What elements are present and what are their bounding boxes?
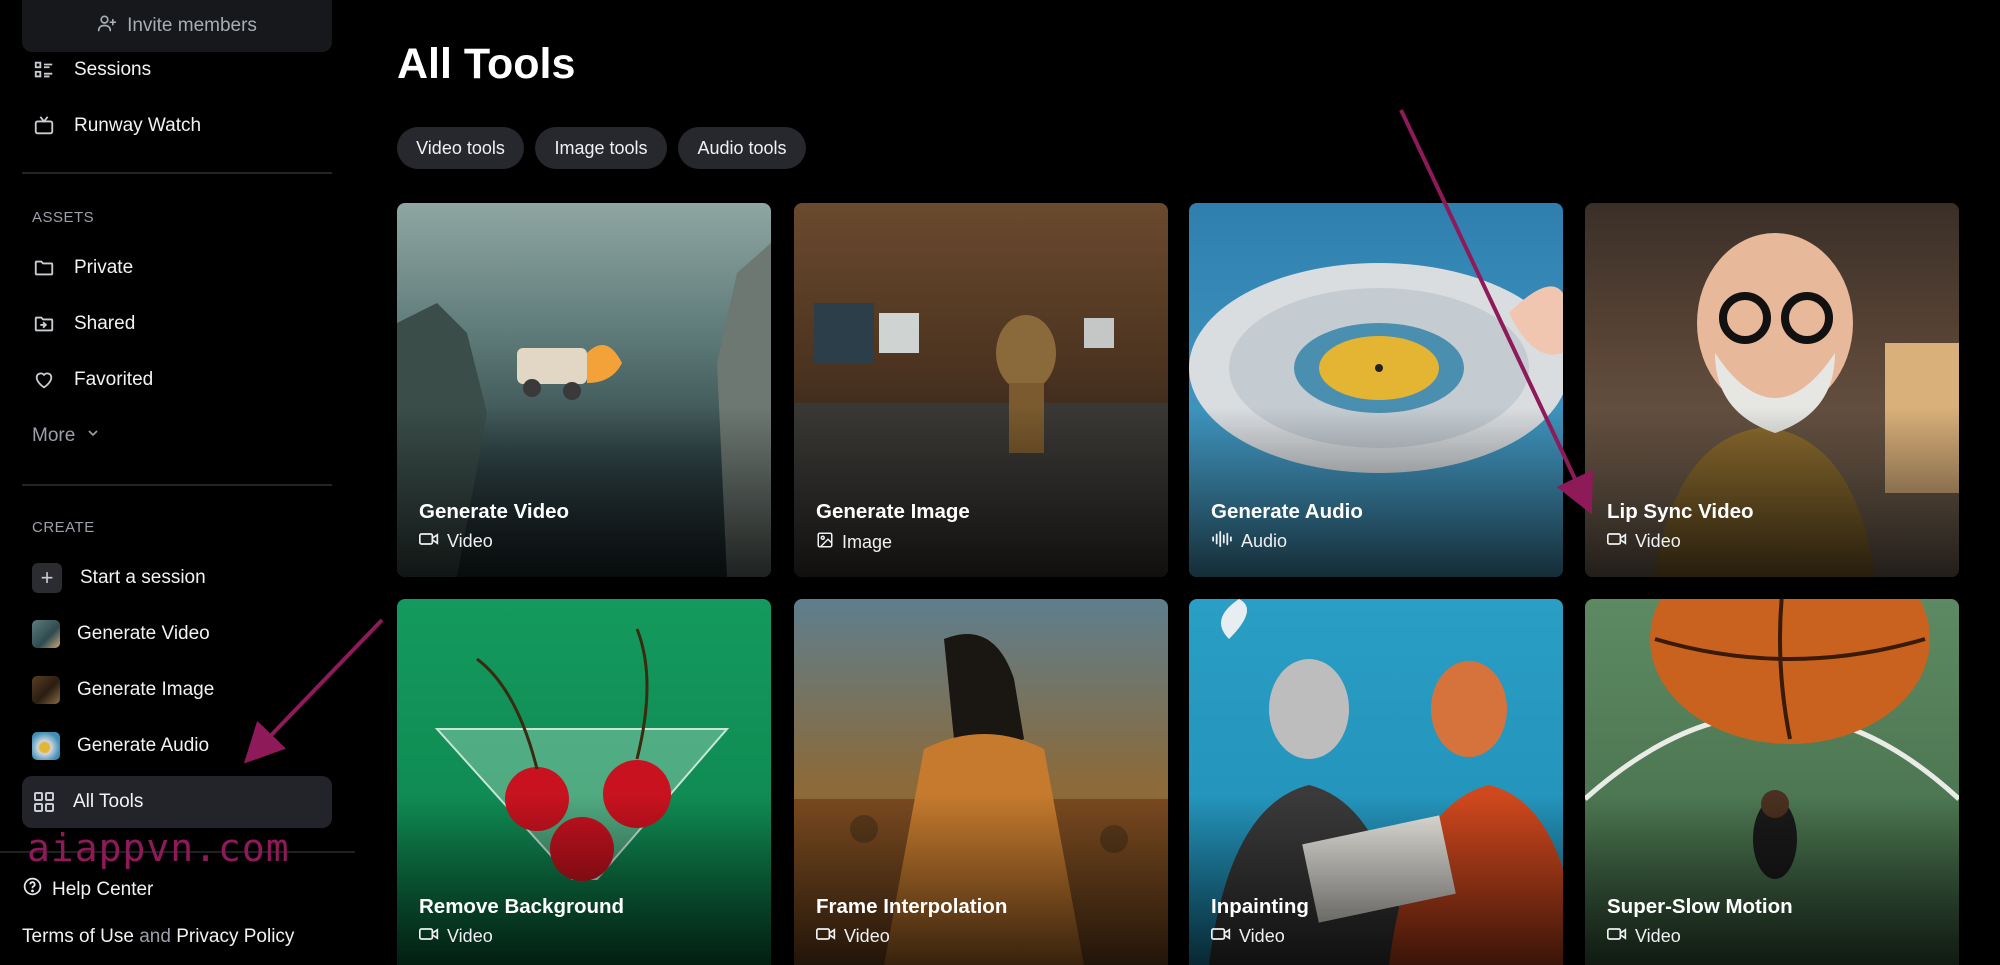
- card-title: Generate Image: [816, 500, 970, 523]
- card-type-label: Audio: [1241, 531, 1288, 551]
- more-toggle[interactable]: More: [32, 424, 101, 448]
- help-center-link[interactable]: Help Center: [22, 876, 153, 903]
- card-type-label: Video: [1635, 531, 1681, 551]
- sidebar-item-generate-video[interactable]: Generate Video: [22, 608, 332, 660]
- video-camera-icon: [1211, 926, 1231, 947]
- card-type-label: Video: [447, 926, 493, 946]
- video-thumbnail: [32, 620, 60, 648]
- card-title: Frame Interpolation: [816, 895, 1008, 918]
- sidebar-item-label: Sessions: [74, 59, 152, 80]
- help-center-label: Help Center: [52, 878, 154, 900]
- card-title: Lip Sync Video: [1607, 500, 1754, 523]
- sidebar-item-label: All Tools: [73, 791, 144, 812]
- sidebar-item-label: Generate Video: [77, 623, 210, 644]
- sidebar-item-favorited[interactable]: Favorited: [22, 354, 332, 406]
- sidebar-item-label: Runway Watch: [74, 115, 202, 136]
- tool-card-generate-image[interactable]: Generate Image Image: [794, 203, 1168, 577]
- sidebar-item-private[interactable]: Private: [22, 242, 332, 294]
- card-title: Super-Slow Motion: [1607, 895, 1793, 918]
- card-type-label: Video: [1239, 926, 1285, 946]
- sessions-list-icon: [32, 58, 56, 82]
- video-camera-icon: [816, 926, 836, 947]
- create-section-label: CREATE: [32, 519, 95, 536]
- tool-card-inpainting[interactable]: Inpainting Video: [1189, 599, 1563, 965]
- watermark-text: aiappvn.com: [27, 826, 290, 870]
- card-title: Generate Video: [419, 500, 570, 523]
- sidebar-item-label: Start a session: [80, 567, 206, 588]
- audio-wave-icon: [1211, 531, 1233, 552]
- card-type-label: Video: [1635, 926, 1681, 946]
- sidebar-item-sessions[interactable]: Sessions: [22, 44, 332, 96]
- sidebar-item-shared[interactable]: Shared: [22, 298, 332, 350]
- tool-card-remove-background[interactable]: Remove Background Video: [397, 599, 771, 965]
- tool-card-lip-sync-video[interactable]: Lip Sync Video Video: [1585, 203, 1959, 577]
- sidebar: Invite members Sessions Runway Watch ASS…: [0, 0, 355, 965]
- card-type: Audio: [1211, 531, 1287, 552]
- tool-card-generate-audio[interactable]: Generate Audio Audio: [1189, 203, 1563, 577]
- image-icon: [816, 531, 834, 554]
- sidebar-item-label: Shared: [74, 313, 136, 334]
- sidebar-item-label: Favorited: [74, 369, 154, 390]
- filter-video-tools[interactable]: Video tools: [397, 127, 524, 169]
- tv-icon: [32, 114, 56, 138]
- sidebar-item-generate-image[interactable]: Generate Image: [22, 664, 332, 716]
- sidebar-item-label: Private: [74, 257, 134, 278]
- sidebar-item-runway-watch[interactable]: Runway Watch: [22, 100, 332, 152]
- filter-audio-tools[interactable]: Audio tools: [678, 127, 806, 169]
- plus-icon: +: [32, 563, 62, 593]
- video-camera-icon: [1607, 926, 1627, 947]
- card-type: Image: [816, 531, 892, 554]
- card-title: Remove Background: [419, 895, 625, 918]
- folder-icon: [32, 256, 56, 280]
- tool-card-super-slow-motion[interactable]: Super-Slow Motion Video: [1585, 599, 1959, 965]
- sidebar-item-all-tools[interactable]: All Tools: [22, 776, 332, 828]
- legal-links: Terms of Use and Privacy Policy: [22, 926, 294, 948]
- video-camera-icon: [419, 926, 439, 947]
- more-label: More: [32, 425, 76, 446]
- privacy-policy-link[interactable]: Privacy Policy: [176, 926, 294, 947]
- card-type-label: Video: [447, 531, 493, 551]
- add-user-icon: [97, 13, 117, 39]
- chevron-down-icon: [85, 425, 101, 447]
- terms-of-use-link[interactable]: Terms of Use: [22, 926, 134, 947]
- heart-icon: [32, 368, 56, 392]
- card-type-label: Image: [842, 532, 893, 552]
- help-circle-icon: [22, 876, 43, 903]
- audio-thumbnail: [32, 732, 60, 760]
- card-type: Video: [419, 531, 493, 552]
- video-camera-icon: [1607, 531, 1627, 552]
- card-type: Video: [1607, 926, 1681, 947]
- sidebar-item-label: Generate Image: [77, 679, 215, 700]
- video-camera-icon: [419, 531, 439, 552]
- card-title: Inpainting: [1211, 895, 1309, 918]
- shared-folder-icon: [32, 312, 56, 336]
- card-type: Video: [419, 926, 493, 947]
- filter-image-tools[interactable]: Image tools: [535, 127, 667, 169]
- sidebar-item-start-session[interactable]: + Start a session: [22, 552, 332, 604]
- card-type-label: Video: [844, 926, 890, 946]
- sidebar-divider: [22, 172, 332, 174]
- card-type: Video: [816, 926, 890, 947]
- tool-card-frame-interpolation[interactable]: Frame Interpolation Video: [794, 599, 1168, 965]
- invite-members-label: Invite members: [127, 15, 257, 36]
- grid-icon: [32, 790, 56, 814]
- tool-card-generate-video[interactable]: Generate Video Video: [397, 203, 771, 577]
- sidebar-item-generate-audio[interactable]: Generate Audio: [22, 720, 332, 772]
- image-thumbnail: [32, 676, 60, 704]
- assets-section-label: ASSETS: [32, 209, 95, 226]
- sidebar-divider: [22, 484, 332, 486]
- card-type: Video: [1211, 926, 1285, 947]
- card-type: Video: [1607, 531, 1681, 552]
- card-title: Generate Audio: [1211, 500, 1363, 523]
- and-text: and: [139, 926, 171, 947]
- sidebar-item-label: Generate Audio: [77, 735, 210, 756]
- page-title: All Tools: [397, 40, 576, 88]
